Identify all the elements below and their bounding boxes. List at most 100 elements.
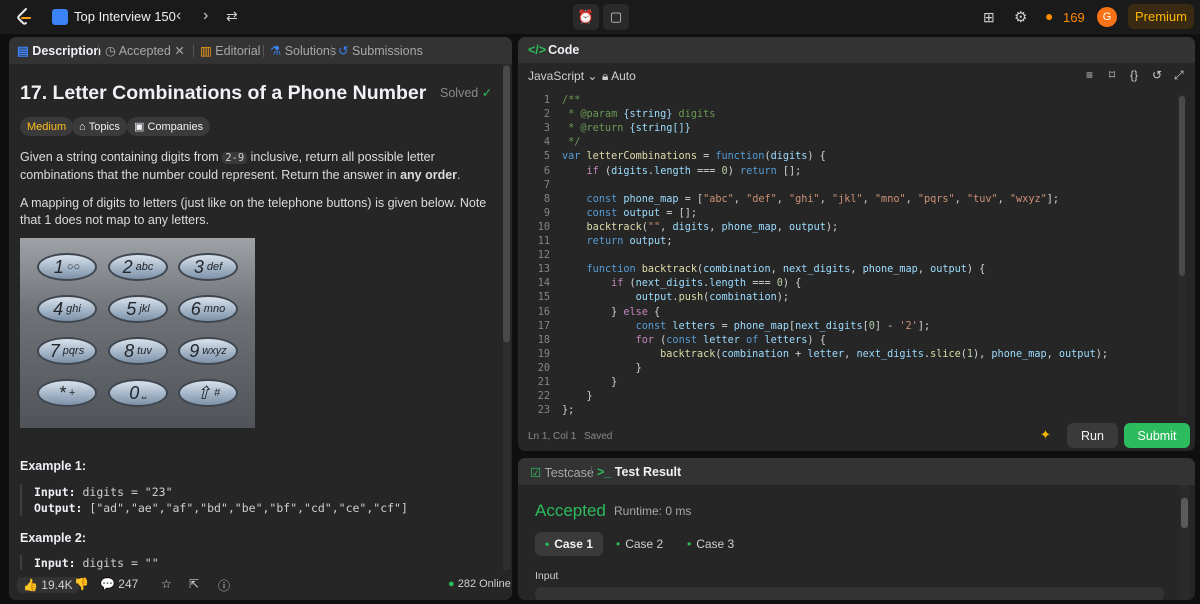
key-letters: ○○ [66, 261, 81, 273]
tab-editorial[interactable]: ▥ Editorial [200, 43, 260, 58]
code-text[interactable]: const phone_map = ["abc", "def", "ghi", … [562, 193, 1059, 207]
phone-keypad-image: 1 ○○ 2 abc 3 def 4 ghi 5 jkl 6 mno 7 pqrs 8 tuv … [20, 238, 255, 428]
scrollbar-thumb[interactable] [1181, 498, 1188, 528]
input-label: Input: [34, 556, 76, 570]
reset-icon[interactable]: ↺ [1152, 68, 1162, 82]
submit-button[interactable]: Submit [1124, 423, 1190, 448]
top-bar: Top Interview 150 ‹ › ⇄ ⏰ ▢ ⊞ ⚙ ● 169 G … [0, 0, 1200, 34]
run-button[interactable]: Run [1067, 423, 1118, 448]
format-icon[interactable]: ≡ [1086, 68, 1093, 82]
close-icon[interactable]: ✕ [174, 44, 184, 58]
lock-icon: 🔒︎ [602, 69, 612, 83]
streak-count[interactable]: 169 [1063, 10, 1085, 25]
next-problem-icon[interactable]: › [203, 7, 208, 25]
code-text[interactable]: backtrack("", digits, phone_map, output)… [562, 221, 839, 235]
notes-button[interactable]: ▢ [603, 4, 629, 30]
tab-solutions[interactable]: ⚗ Solutions [270, 43, 336, 58]
code-text[interactable]: return output; [562, 235, 673, 249]
key-digit: 8 [124, 340, 135, 361]
tab-submissions[interactable]: ↺ Submissions [338, 43, 423, 58]
auto-mode[interactable]: 🔒︎ Auto [602, 69, 636, 84]
grid-layout-icon[interactable]: ⊞ [983, 9, 995, 26]
code-text[interactable]: function backtrack(combination, next_dig… [562, 263, 986, 277]
language-select[interactable]: JavaScript ⌄ [528, 69, 597, 83]
code-text[interactable]: output.push(combination); [562, 291, 789, 305]
expand-icon[interactable]: ⤢ [1174, 68, 1184, 83]
shuffle-icon[interactable]: ⇄ [226, 8, 238, 25]
code-text[interactable]: * @param {string} digits [562, 108, 715, 122]
topics-label: Topics [88, 120, 120, 133]
key-letters: ⎵ [142, 386, 147, 399]
code-text[interactable]: if (next_digits.length === 0) { [562, 277, 801, 291]
desc-bold-text: any order [400, 168, 458, 182]
tab-description[interactable]: ▤ Description [17, 43, 101, 58]
code-text[interactable]: }; [562, 404, 574, 415]
leetcode-logo-icon[interactable] [14, 7, 34, 27]
code-editor[interactable]: 1 /** 2 * @param {string} digits 3 * @retur… [518, 94, 1178, 415]
tab-test-result[interactable]: >_ Test Result [597, 465, 681, 479]
description-scrollbar[interactable] [503, 64, 510, 588]
gear-icon[interactable]: ⚙ [1014, 8, 1027, 26]
line-number: 6 [543, 165, 550, 177]
code-text[interactable]: const letters = phone_map[next_digits[0]… [562, 320, 930, 334]
line-number: 17 [537, 320, 550, 332]
code-text[interactable]: if (digits.length === 0) return []; [562, 165, 802, 179]
companies-label: Companies [147, 120, 204, 133]
tab-accepted-label: Accepted [118, 44, 171, 58]
braces-icon[interactable]: {} [1130, 68, 1138, 82]
code-text[interactable]: } [562, 376, 617, 390]
code-text[interactable]: /** [562, 94, 580, 108]
prev-problem-icon[interactable]: ‹ [176, 7, 181, 25]
code-text[interactable]: */ [562, 136, 580, 150]
avatar[interactable]: G [1097, 7, 1117, 27]
code-text[interactable]: var letterCombinations = function(digits… [562, 150, 826, 164]
code-text[interactable]: * @return {string[]} [562, 122, 691, 136]
tab-solutions-label: Solutions [284, 44, 337, 58]
scrollbar-thumb[interactable] [503, 66, 510, 342]
tab-testcase[interactable]: ☑ Testcase [530, 465, 594, 480]
keypad-key: 6 mno [178, 295, 238, 323]
code-text[interactable]: backtrack(combination + letter, next_dig… [562, 348, 1108, 362]
tab-accepted[interactable]: ◷ Accepted ✕ [105, 43, 185, 58]
thumbs-down-icon: 👎 [74, 577, 89, 591]
comments-button[interactable]: 💬 247 [100, 577, 138, 591]
star-icon[interactable]: ☆ [161, 577, 172, 591]
timer-button[interactable]: ⏰ [573, 4, 599, 30]
inline-code: 2-9 [222, 152, 248, 164]
tab-editorial-label: Editorial [215, 44, 261, 58]
key-letters: + [68, 387, 76, 399]
line-number: 7 [543, 179, 550, 191]
key-letters: jkl [139, 303, 150, 315]
problem-list-icon[interactable] [52, 9, 68, 25]
difficulty-badge: Medium [20, 117, 74, 136]
code-text[interactable]: } else { [562, 306, 660, 320]
share-icon[interactable]: ⇱ [189, 577, 199, 591]
code-text[interactable]: } [562, 390, 593, 404]
example-1-heading: Example 1: [20, 459, 87, 473]
case-tab-2[interactable]: • Case 2 [606, 532, 673, 556]
topics-chip[interactable]: ⌂ Topics [72, 117, 127, 136]
key-letters: mno [203, 303, 226, 315]
debug-icon[interactable]: ✦ [1040, 427, 1051, 443]
editor-scrollbar[interactable] [1178, 94, 1186, 415]
problem-list-title[interactable]: Top Interview 150 [74, 9, 176, 24]
scrollbar-thumb[interactable] [1179, 96, 1185, 276]
check-circle-icon: ✓ [481, 86, 493, 100]
code-text[interactable]: const output = []; [562, 207, 697, 221]
case-tab-3[interactable]: • Case 3 [677, 532, 744, 556]
solved-label: Solved [440, 86, 479, 100]
terminal-icon: >_ [597, 465, 615, 479]
code-text[interactable]: } [562, 362, 642, 376]
bookmark-icon[interactable]: ⌑ [1109, 68, 1115, 82]
like-button[interactable]: 👍 19.4K [17, 577, 79, 593]
result-scrollbar[interactable] [1180, 485, 1189, 600]
dislike-button[interactable]: 👎 [74, 577, 89, 591]
code-text[interactable]: for (const letter of letters) { [562, 334, 826, 348]
code-title-label: Code [548, 43, 580, 57]
code-panel-header: </> Code [518, 37, 1195, 63]
language-label: JavaScript [528, 69, 585, 83]
premium-button[interactable]: Premium [1128, 4, 1194, 29]
help-icon[interactable]: ⓘ [218, 577, 230, 594]
companies-chip[interactable]: ▣ Companies [127, 117, 211, 136]
case-tab-1[interactable]: • Case 1 [535, 532, 603, 556]
